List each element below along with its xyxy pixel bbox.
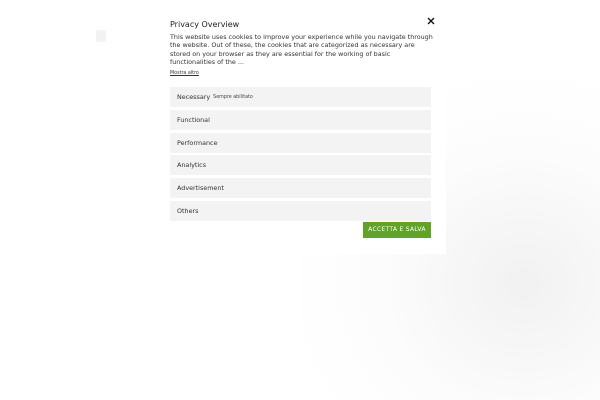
category-label: Advertisement bbox=[177, 184, 224, 193]
category-advertisement[interactable]: Advertisement bbox=[170, 178, 431, 199]
category-functional[interactable]: Functional bbox=[170, 109, 431, 130]
privacy-modal: Privacy Overview This website uses cooki… bbox=[154, 8, 446, 254]
close-button[interactable] bbox=[426, 16, 436, 26]
category-label: Others bbox=[177, 206, 199, 215]
category-status: Sempre abilitato bbox=[213, 94, 253, 100]
accept-and-save-button[interactable]: ACCETTA E SALVA bbox=[363, 222, 431, 238]
show-more-link[interactable]: Mostra altro bbox=[170, 71, 199, 76]
category-analytics[interactable]: Analytics bbox=[170, 155, 431, 176]
background-logo bbox=[96, 30, 106, 42]
cookie-categories: Necessary Sempre abilitato Functional Pe… bbox=[170, 87, 431, 224]
category-necessary[interactable]: Necessary Sempre abilitato bbox=[170, 87, 431, 107]
close-icon bbox=[427, 17, 435, 25]
modal-title: Privacy Overview bbox=[170, 20, 240, 29]
category-label: Performance bbox=[177, 138, 218, 147]
category-others[interactable]: Others bbox=[170, 200, 431, 221]
modal-description: This website uses cookies to improve you… bbox=[170, 33, 433, 67]
category-label: Necessary bbox=[177, 93, 211, 101]
category-label: Analytics bbox=[177, 161, 207, 170]
category-performance[interactable]: Performance bbox=[170, 132, 431, 153]
category-label: Functional bbox=[177, 115, 210, 124]
